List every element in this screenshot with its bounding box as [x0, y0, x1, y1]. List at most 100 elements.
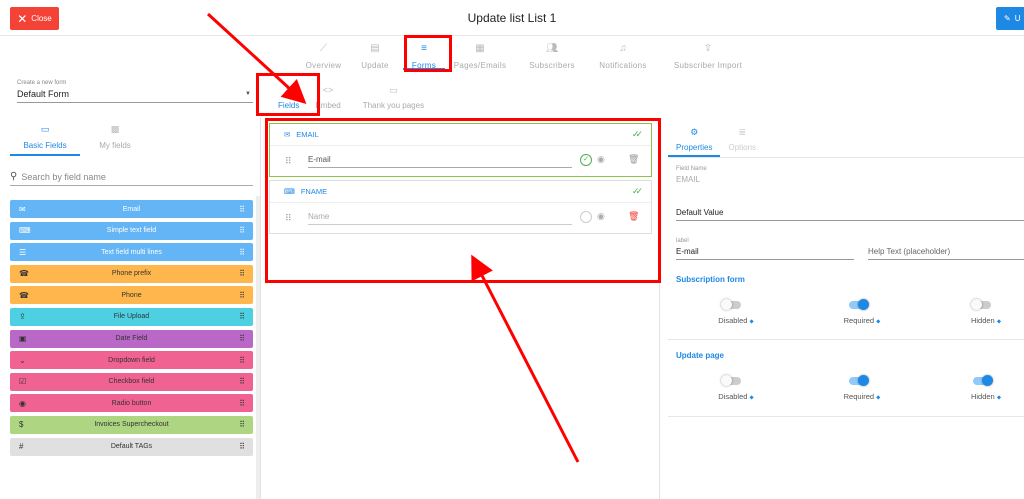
field-type-checkbox[interactable]: ☑ Checkbox field ⠿ — [10, 372, 253, 391]
help-text-input[interactable]: Help Text (placeholder) — [868, 247, 950, 256]
toggle-label-text: Hidden — [970, 392, 995, 401]
tab-options-label: Options — [728, 143, 757, 152]
drag-handle-icon[interactable]: ⠿ — [239, 377, 245, 386]
sub-disabled-toggle-group: Disabled ⬥ — [696, 299, 776, 331]
subscription-form-title: Subscription form — [676, 275, 745, 284]
tab-properties[interactable]: ⚙ Properties — [668, 127, 721, 157]
search-field[interactable]: ⚲ Search by field name — [10, 168, 253, 186]
phone-icon: ☎ — [19, 269, 29, 279]
drag-handle-icon[interactable]: ⠿ — [239, 399, 245, 408]
page-title: Update list List 1 — [467, 11, 557, 25]
tab-subscriber-import-label: Subscriber Import — [673, 61, 743, 70]
drag-handle-icon[interactable]: ⠿ — [239, 356, 245, 365]
toggle-label: Required ⬥ — [822, 392, 902, 402]
field-type-label: Checkbox field — [108, 378, 155, 386]
upd-hidden-toggle-group: Hidden ⬥ — [946, 375, 1024, 407]
tab-basic-fields[interactable]: ▭ Basic Fields — [10, 122, 80, 156]
field-type-dropdown[interactable]: ⌄ Dropdown field ⠿ — [10, 351, 253, 370]
tab-options[interactable]: ≣ Options — [720, 127, 764, 157]
bell-icon: ♫ — [619, 43, 627, 54]
tab-subscriber-import[interactable]: ⇪ Subscriber Import — [657, 40, 759, 70]
people-icon: 👥︎ — [545, 43, 559, 54]
header: ✕ Close Update list List 1 ✎ U — [0, 0, 1024, 36]
tab-my-fields[interactable]: ▩ My fields — [80, 122, 150, 156]
drag-handle-icon[interactable]: ⠿ — [239, 312, 245, 321]
drag-handle-icon[interactable]: ⠿ — [239, 291, 245, 300]
drag-handle-icon[interactable]: ⠿ — [239, 334, 245, 343]
options-icon: ≣ — [738, 127, 747, 137]
sub-required-toggle-group: Required ⬥ — [822, 299, 902, 331]
drag-handle-icon[interactable]: ⠿ — [239, 442, 245, 451]
field-type-label: Date Field — [115, 335, 148, 343]
field-type-default-tags[interactable]: # Default TAGs ⠿ — [10, 437, 253, 456]
tab-thank-you-pages[interactable]: ▭ Thank you pages — [353, 79, 434, 115]
upload-icon: ⇪ — [19, 312, 26, 322]
drag-handle-icon[interactable]: ⠿ — [239, 269, 245, 278]
field-type-date[interactable]: ▣ Date Field ⠿ — [10, 329, 253, 348]
default-value-input[interactable]: Default Value — [676, 208, 723, 217]
hash-icon: # — [19, 442, 24, 452]
upd-disabled-toggle[interactable] — [721, 375, 741, 386]
monitor-icon: ▭ — [389, 85, 398, 95]
field-type-text-multi[interactable]: ☰ Text field multi lines ⠿ — [10, 243, 253, 262]
sub-hidden-toggle-group: Hidden ⬥ — [946, 299, 1024, 331]
field-type-phone[interactable]: ☎ Phone ⠿ — [10, 286, 253, 305]
drag-handle-icon[interactable]: ⠿ — [239, 205, 245, 214]
field-type-radio[interactable]: ◉ Radio button ⠿ — [10, 394, 253, 413]
calendar-icon: ▣ — [19, 334, 27, 344]
right-tabs: ⚙ Properties ≣ Options — [668, 127, 764, 157]
column-divider — [260, 118, 261, 499]
input-underline — [676, 259, 854, 260]
field-type-label: Invoices Supercheckout — [94, 421, 169, 429]
field-type-label: Default TAGs — [110, 443, 153, 451]
info-pin-icon: ⬥ — [876, 319, 881, 325]
drag-handle-icon[interactable]: ⠿ — [239, 226, 245, 235]
custom-fields-icon: ▩ — [110, 124, 120, 134]
update-button[interactable]: ✎ U — [996, 7, 1024, 30]
sub-disabled-toggle[interactable] — [721, 299, 741, 310]
checkbox-icon: ☑ — [19, 377, 27, 387]
field-type-phone-prefix[interactable]: ☎ Phone prefix ⠿ — [10, 264, 253, 283]
tab-notifications[interactable]: ♫ Notifications — [589, 40, 657, 70]
update-page-title: Update page — [676, 351, 725, 360]
tab-update[interactable]: ▤ Update — [347, 40, 403, 70]
upd-hidden-toggle[interactable] — [973, 375, 993, 386]
gear-icon: ⚙ — [690, 127, 699, 137]
tab-my-fields-label: My fields — [99, 141, 131, 150]
info-pin-icon: ⬥ — [749, 319, 754, 325]
field-type-label: Phone prefix — [111, 270, 152, 278]
info-pin-icon: ⬥ — [996, 319, 1002, 325]
chevron-down-icon: ⌄ — [19, 355, 26, 365]
toggle-label-text: Hidden — [970, 316, 995, 325]
tab-pages-emails[interactable]: ▦ Pages/Emails — [445, 40, 515, 70]
drag-handle-icon[interactable]: ⠿ — [239, 248, 245, 257]
update-button-label: U — [1014, 14, 1021, 23]
field-name-label: Field Name — [676, 166, 707, 172]
toggle-label: Hidden ⬥ — [946, 392, 1024, 402]
left-tabs: ▭ Basic Fields ▩ My fields — [10, 122, 150, 156]
label-input[interactable]: E-mail — [676, 247, 699, 256]
sub-hidden-toggle[interactable] — [971, 299, 991, 310]
tab-subscribers-label: Subscribers — [529, 61, 575, 70]
text-input-icon: ⌨ — [19, 226, 31, 236]
field-type-label: Radio button — [111, 399, 152, 407]
annotation-arrow-bottom — [471, 254, 580, 463]
input-underline — [868, 259, 1024, 260]
field-type-invoices[interactable]: $ Invoices Supercheckout ⠿ — [10, 415, 253, 434]
field-name-value: EMAIL — [676, 175, 701, 184]
field-type-email[interactable]: ✉ Email ⠿ — [10, 200, 253, 218]
form-select-value: Default Form — [17, 89, 70, 99]
upd-required-toggle[interactable] — [849, 375, 869, 386]
field-type-simple-text[interactable]: ⌨ Simple text field ⠿ — [10, 221, 253, 240]
field-type-file-upload[interactable]: ⇪ File Upload ⠿ — [10, 307, 253, 326]
drag-handle-icon[interactable]: ⠿ — [239, 420, 245, 429]
tab-subscribers[interactable]: 👥︎ Subscribers — [515, 40, 589, 70]
tab-overview[interactable]: ⟋ Overview — [300, 40, 347, 70]
tab-update-label: Update — [361, 61, 389, 70]
tab-divider — [668, 157, 1024, 158]
field-type-label: Email — [122, 205, 141, 213]
toggle-label: Required ⬥ — [822, 316, 902, 326]
label-field-label: label — [676, 238, 689, 244]
sub-required-toggle[interactable] — [849, 299, 869, 310]
form-select[interactable]: Default Form ▼ — [17, 89, 253, 103]
